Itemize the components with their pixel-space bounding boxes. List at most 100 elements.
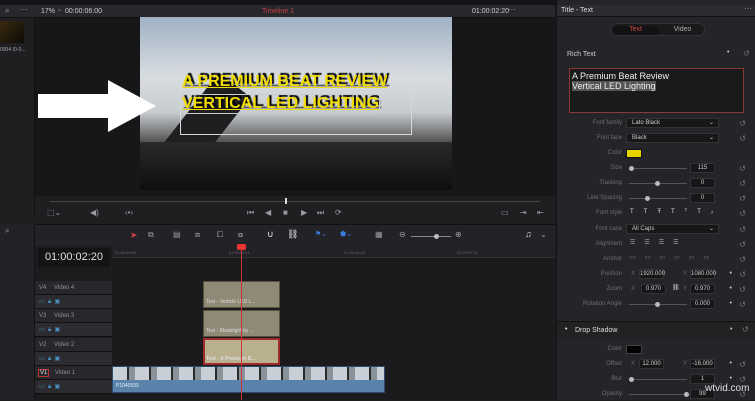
replace-clip-icon[interactable]: ⧇ <box>238 230 243 240</box>
enable-toggle[interactable]: • <box>565 326 567 333</box>
timeline-ruler[interactable]: 01:00:00:00 01:00:02:11 01:00:04:23 01:0… <box>112 246 555 258</box>
reset-icon[interactable]: ↺ <box>739 225 746 234</box>
play-reverse-icon[interactable]: ◀ <box>265 208 271 217</box>
timeline-name-dropdown[interactable]: Timeline 1 <box>262 8 294 15</box>
track-v2-controls[interactable]: ▭ 🔒︎ ▣ <box>35 352 112 366</box>
mark-out-icon[interactable]: ⇤ <box>537 208 544 217</box>
viewer-options-icon[interactable]: ⬚⌄ <box>47 208 61 217</box>
more-icon[interactable]: ··· <box>508 5 516 14</box>
reset-icon[interactable]: ↺ <box>739 134 746 143</box>
playhead[interactable] <box>241 246 242 400</box>
insert-clip-icon[interactable]: ⧈ <box>195 230 200 240</box>
link-icon[interactable]: ⛓ <box>672 284 680 291</box>
audio-music-icon[interactable]: ♫ <box>525 229 532 239</box>
keyframe-dot[interactable]: • <box>730 285 732 292</box>
zoom-out-icon[interactable]: ⊖ <box>399 230 406 239</box>
reset-icon[interactable]: ↺ <box>739 360 746 369</box>
track-v1-controls[interactable]: ▭ 🔒︎ ▣ <box>35 380 112 394</box>
zoom-slider[interactable] <box>411 234 451 239</box>
track-name[interactable]: Video 1 <box>55 370 75 376</box>
selection-tool-icon[interactable]: ➤ <box>130 230 138 241</box>
more-icon[interactable]: ··· <box>20 5 28 14</box>
tab-text[interactable]: Text <box>612 26 659 35</box>
opacity-slider[interactable] <box>629 392 689 397</box>
track-v4[interactable]: V4 Video 4 <box>35 281 112 295</box>
timeline-view-icon[interactable]: ▦ <box>375 230 383 239</box>
overwrite-clip-icon[interactable]: ⧠ <box>217 230 223 240</box>
reset-icon[interactable]: ↺ <box>739 255 746 264</box>
loop-icon[interactable]: ⟳ <box>335 208 342 217</box>
keyframe-dot[interactable]: • <box>730 375 732 382</box>
font-face-select[interactable]: Black ⌄ <box>626 133 719 143</box>
viewer-zoom[interactable]: 17% <box>41 8 55 15</box>
keyframe-dot[interactable]: • <box>727 49 729 56</box>
more-icon[interactable]: ··· <box>744 4 752 13</box>
reset-icon[interactable]: ↺ <box>743 49 750 58</box>
track-v4-controls[interactable]: ▭ 🔒︎ ▣ <box>35 295 112 309</box>
track-name[interactable]: Video 4 <box>54 285 74 291</box>
font-family-select[interactable]: Lato Black ⌄ <box>626 118 719 128</box>
line-spacing-slider[interactable] <box>629 196 687 201</box>
scrubber[interactable] <box>50 201 540 202</box>
rotation-slider[interactable] <box>629 302 687 307</box>
drop-shadow-header[interactable]: • Drop Shadow • ↺ <box>557 321 755 339</box>
reset-icon[interactable]: ↺ <box>739 209 746 218</box>
tracking-slider[interactable] <box>629 181 687 186</box>
first-frame-icon[interactable]: ⏮ <box>247 208 254 218</box>
track-v2[interactable]: V2 Video 2 <box>35 338 112 352</box>
stop-icon[interactable]: ■ <box>283 208 288 217</box>
zoom-in-icon[interactable]: ⊕ <box>455 230 462 239</box>
reset-icon[interactable]: ↺ <box>739 300 746 309</box>
last-frame-icon[interactable]: ⏭ <box>317 208 324 218</box>
track-name[interactable]: Video 3 <box>54 313 74 319</box>
rich-text-input[interactable]: A Premium Beat Review Vertical LED Light… <box>569 68 744 113</box>
rotation-field[interactable]: 0.000 <box>690 299 715 309</box>
track-id[interactable]: V1 <box>38 369 50 377</box>
track-v1[interactable]: V1 Video 1 <box>35 366 112 380</box>
reset-icon[interactable]: ↺ <box>739 270 746 279</box>
video-frame[interactable]: A PREMIUM BEAT REVIEW VERTICAL LED LIGHT… <box>140 17 452 190</box>
reset-icon[interactable]: ↺ <box>739 179 746 188</box>
keyframe-dot[interactable]: • <box>730 360 732 367</box>
offset-y-field[interactable]: -16.000 <box>690 359 715 369</box>
timeline-area[interactable]: 01:00:00:00 01:00:02:11 01:00:04:23 01:0… <box>112 244 555 400</box>
chevron-down-icon[interactable]: ⌄ <box>57 6 62 13</box>
position-y-field[interactable]: 1080.000 <box>690 269 716 279</box>
chevron-down-icon[interactable]: ⌄ <box>540 230 547 239</box>
position-x-field[interactable]: 1920.000 <box>639 269 665 279</box>
reset-icon[interactable]: ↺ <box>739 164 746 173</box>
marker-icon[interactable]: ⬟⌄ <box>340 230 352 238</box>
clip-v1-video[interactable]: P1040599 <box>112 366 385 393</box>
reset-icon[interactable]: ↺ <box>739 119 746 128</box>
reset-icon[interactable]: ↺ <box>742 325 749 334</box>
tracking-field[interactable]: 0 <box>690 178 715 188</box>
anchor-buttons[interactable]: ▭▭▭▭▭▭ <box>630 254 718 261</box>
font-case-select[interactable]: All Caps ⌄ <box>626 224 719 234</box>
flag-icon[interactable]: ⚑⌄ <box>315 230 327 238</box>
size-field[interactable]: 115 <box>690 163 715 173</box>
tab-video[interactable]: Video <box>659 26 706 33</box>
track-v3[interactable]: V3 Video 3 <box>35 309 112 323</box>
jog-icon[interactable]: ‹•› <box>125 208 133 217</box>
zoom-y-field[interactable]: 0.970 <box>690 284 715 294</box>
shadow-color-swatch[interactable] <box>626 345 642 354</box>
alignment-buttons[interactable]: ☰☰☰☰ <box>630 239 688 246</box>
audio-icon[interactable]: ◀) <box>90 208 99 217</box>
size-slider[interactable] <box>629 166 687 171</box>
reset-icon[interactable]: ↺ <box>739 240 746 249</box>
blur-slider[interactable] <box>629 377 687 382</box>
keyframe-dot[interactable]: • <box>730 300 732 307</box>
blade-tool-icon[interactable]: ▤ <box>173 230 181 239</box>
trim-tool-icon[interactable]: ⧉ <box>148 230 154 240</box>
playhead-handle[interactable] <box>237 244 246 250</box>
search-icon[interactable]: ⌕ <box>5 6 9 16</box>
zoom-x-field[interactable]: 0.970 <box>641 284 666 294</box>
offset-x-field[interactable]: 12.000 <box>639 359 664 369</box>
snapping-icon[interactable]: ∪ <box>267 229 274 240</box>
link-icon[interactable]: ⛓ <box>287 229 298 240</box>
track-v3-controls[interactable]: ▭ 🔒︎ ▣ <box>35 323 112 337</box>
track-name[interactable]: Video 2 <box>54 342 74 348</box>
font-style-buttons[interactable]: TTŦTᵀT₂ <box>630 209 723 215</box>
keyframe-dot[interactable]: • <box>730 326 732 333</box>
search-icon[interactable]: ⌕ <box>5 226 9 236</box>
